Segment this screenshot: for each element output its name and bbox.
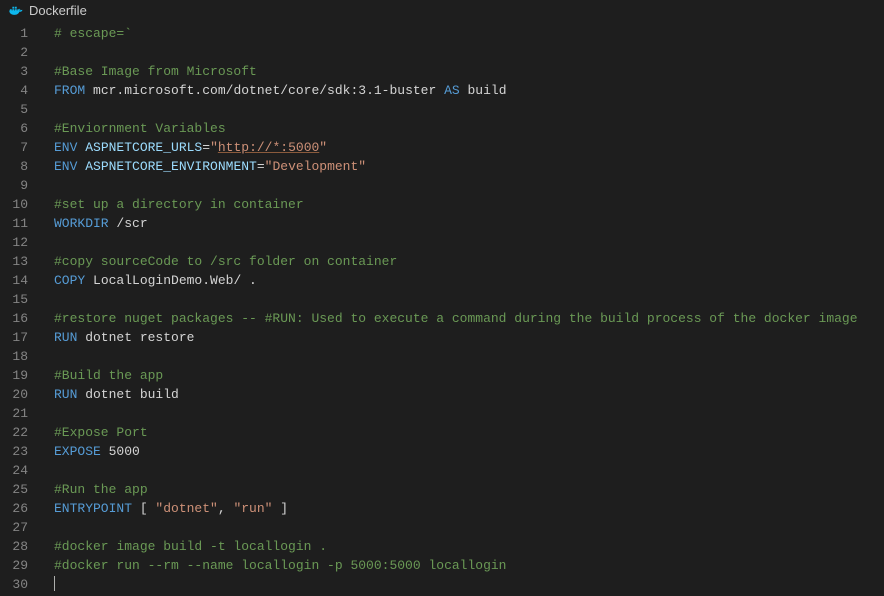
line-number: 5	[0, 100, 28, 119]
line-number: 8	[0, 157, 28, 176]
line-number: 7	[0, 138, 28, 157]
code-line[interactable]	[54, 100, 884, 119]
line-number: 12	[0, 233, 28, 252]
code-line[interactable]	[54, 347, 884, 366]
editor-tab[interactable]: Dockerfile	[0, 0, 884, 22]
line-number: 24	[0, 461, 28, 480]
code-line[interactable]: ENV ASPNETCORE_URLS="http://*:5000"	[54, 138, 884, 157]
tab-filename: Dockerfile	[29, 1, 87, 20]
line-number-gutter: 1234567891011121314151617181920212223242…	[0, 24, 42, 594]
line-number: 21	[0, 404, 28, 423]
code-line[interactable]	[54, 43, 884, 62]
code-line[interactable]: #copy sourceCode to /src folder on conta…	[54, 252, 884, 271]
line-number: 29	[0, 556, 28, 575]
code-line[interactable]: RUN dotnet restore	[54, 328, 884, 347]
line-number: 2	[0, 43, 28, 62]
line-number: 11	[0, 214, 28, 233]
code-line[interactable]	[54, 233, 884, 252]
line-number: 28	[0, 537, 28, 556]
code-line[interactable]: # escape=`	[54, 24, 884, 43]
line-number: 23	[0, 442, 28, 461]
code-editor[interactable]: 1234567891011121314151617181920212223242…	[0, 22, 884, 594]
code-line[interactable]: #Enviornment Variables	[54, 119, 884, 138]
code-line[interactable]	[54, 518, 884, 537]
code-line[interactable]	[54, 290, 884, 309]
line-number: 15	[0, 290, 28, 309]
line-number: 30	[0, 575, 28, 594]
line-number: 19	[0, 366, 28, 385]
line-number: 25	[0, 480, 28, 499]
line-number: 4	[0, 81, 28, 100]
docker-icon	[8, 3, 23, 18]
code-line[interactable]: #Expose Port	[54, 423, 884, 442]
code-line[interactable]: #Run the app	[54, 480, 884, 499]
code-line[interactable]: WORKDIR /scr	[54, 214, 884, 233]
code-line[interactable]	[54, 176, 884, 195]
text-cursor	[54, 576, 55, 591]
code-line[interactable]: FROM mcr.microsoft.com/dotnet/core/sdk:3…	[54, 81, 884, 100]
code-line[interactable]: ENTRYPOINT [ "dotnet", "run" ]	[54, 499, 884, 518]
code-line[interactable]: #Base Image from Microsoft	[54, 62, 884, 81]
code-line[interactable]	[54, 404, 884, 423]
line-number: 6	[0, 119, 28, 138]
code-line[interactable]: ENV ASPNETCORE_ENVIRONMENT="Development"	[54, 157, 884, 176]
code-line[interactable]: #docker image build -t locallogin .	[54, 537, 884, 556]
code-line[interactable]: #restore nuget packages -- #RUN: Used to…	[54, 309, 884, 328]
code-line[interactable]: COPY LocalLoginDemo.Web/ .	[54, 271, 884, 290]
line-number: 20	[0, 385, 28, 404]
line-number: 13	[0, 252, 28, 271]
code-line[interactable]: #Build the app	[54, 366, 884, 385]
code-line[interactable]: EXPOSE 5000	[54, 442, 884, 461]
code-line[interactable]: RUN dotnet build	[54, 385, 884, 404]
code-line[interactable]	[54, 575, 884, 594]
line-number: 16	[0, 309, 28, 328]
line-number: 1	[0, 24, 28, 43]
code-line[interactable]: #docker run --rm --name locallogin -p 50…	[54, 556, 884, 575]
line-number: 26	[0, 499, 28, 518]
line-number: 14	[0, 271, 28, 290]
line-number: 22	[0, 423, 28, 442]
line-number: 18	[0, 347, 28, 366]
line-number: 9	[0, 176, 28, 195]
code-line[interactable]	[54, 461, 884, 480]
code-line[interactable]: #set up a directory in container	[54, 195, 884, 214]
line-number: 10	[0, 195, 28, 214]
line-number: 27	[0, 518, 28, 537]
code-content[interactable]: # escape=` #Base Image from MicrosoftFRO…	[42, 24, 884, 594]
line-number: 3	[0, 62, 28, 81]
line-number: 17	[0, 328, 28, 347]
